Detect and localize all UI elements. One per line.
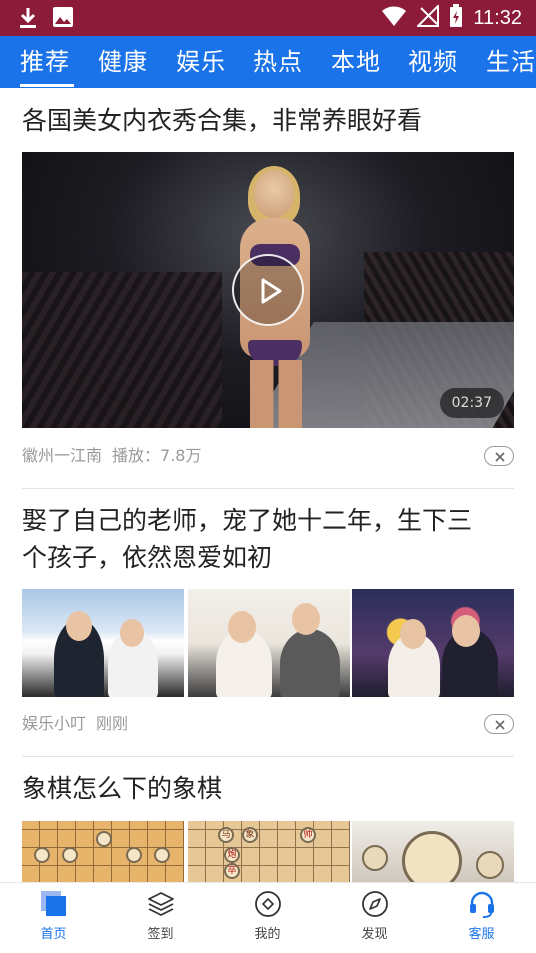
dismiss-button[interactable]	[484, 446, 514, 466]
circle-diamond-icon	[253, 889, 283, 919]
title-line: 娶了自己的老师，宠了她十二年，生下三	[22, 506, 473, 535]
article-image[interactable]	[352, 821, 514, 882]
tab-entertainment[interactable]: 娱乐	[176, 42, 226, 77]
nav-checkin[interactable]: 签到	[107, 883, 214, 953]
article-image[interactable]	[22, 589, 184, 697]
no-signal-icon	[416, 3, 440, 31]
tab-video[interactable]: 视频	[408, 42, 458, 77]
tab-life[interactable]: 生活	[486, 42, 536, 77]
tab-recommended[interactable]: 推荐	[20, 42, 70, 77]
download-icon	[18, 6, 38, 34]
bottom-navigation: 首页 签到 我的 发现 客服	[0, 882, 536, 952]
divider	[22, 488, 514, 489]
article-image[interactable]	[352, 589, 514, 697]
play-icon	[261, 278, 282, 304]
play-button[interactable]	[232, 254, 304, 326]
layers-icon	[146, 889, 176, 919]
article-meta: 徽州一江南 播放：7.8万	[22, 442, 201, 466]
tab-local[interactable]: 本地	[331, 42, 381, 77]
video-duration: 02:37	[439, 388, 504, 418]
news-feed[interactable]: 各国美女内衣秀合集，非常养眼好看 02:37 徽州一江南 播放：7.8万 娶了自己…	[0, 88, 536, 882]
article-title[interactable]: 各国美女内衣秀合集，非常养眼好看	[22, 102, 514, 139]
article-source: 娱乐小叮	[22, 714, 87, 733]
active-tab-indicator	[20, 84, 74, 87]
nav-profile[interactable]: 我的	[214, 883, 321, 953]
clock: 11:32	[473, 6, 522, 29]
nav-home[interactable]: 首页	[0, 883, 107, 953]
chess-piece: 马	[218, 827, 234, 843]
category-tab-bar: 推荐 健康 娱乐 热点 本地 视频 生活	[0, 36, 536, 88]
publish-time: 刚刚	[96, 714, 129, 733]
wifi-icon	[381, 5, 407, 31]
play-count: 播放：7.8万	[112, 446, 202, 465]
dismiss-button[interactable]	[484, 714, 514, 734]
image-icon	[52, 6, 74, 34]
close-icon	[495, 452, 505, 462]
article-title[interactable]: 娶了自己的老师，宠了她十二年，生下三 个孩子，依然恩爱如初	[22, 502, 514, 576]
article-meta: 娱乐小叮 刚刚	[22, 710, 128, 734]
nav-label: 客服	[468, 927, 495, 942]
article-image[interactable]	[22, 821, 184, 882]
nav-discover[interactable]: 发现	[321, 883, 428, 953]
divider	[22, 756, 514, 757]
close-icon	[495, 720, 505, 730]
chess-piece: 帅	[300, 827, 316, 843]
battery-icon	[449, 4, 463, 32]
article-image[interactable]: 马 象 炮 卒 帅	[188, 821, 350, 882]
audience-left	[22, 272, 222, 428]
video-thumbnail[interactable]: 02:37	[22, 152, 514, 428]
compass-icon	[360, 889, 390, 919]
chess-piece: 象	[242, 827, 258, 843]
nav-label: 签到	[147, 927, 174, 942]
tab-health[interactable]: 健康	[98, 42, 148, 77]
title-line: 个孩子，依然恩爱如初	[22, 543, 273, 572]
status-bar: 11:32	[0, 0, 536, 36]
article-source: 徽州一江南	[22, 446, 103, 465]
nav-label: 我的	[254, 927, 281, 942]
home-square-icon	[39, 889, 69, 919]
article-image[interactable]	[188, 589, 350, 697]
chess-piece: 炮	[224, 847, 240, 863]
nav-service[interactable]: 客服	[428, 883, 535, 953]
chess-piece: 卒	[224, 863, 240, 879]
headset-icon	[467, 889, 497, 919]
article-title[interactable]: 象棋怎么下的象棋	[22, 770, 514, 807]
tab-hot[interactable]: 热点	[253, 42, 303, 77]
nav-label: 发现	[361, 927, 388, 942]
nav-label: 首页	[40, 927, 67, 942]
